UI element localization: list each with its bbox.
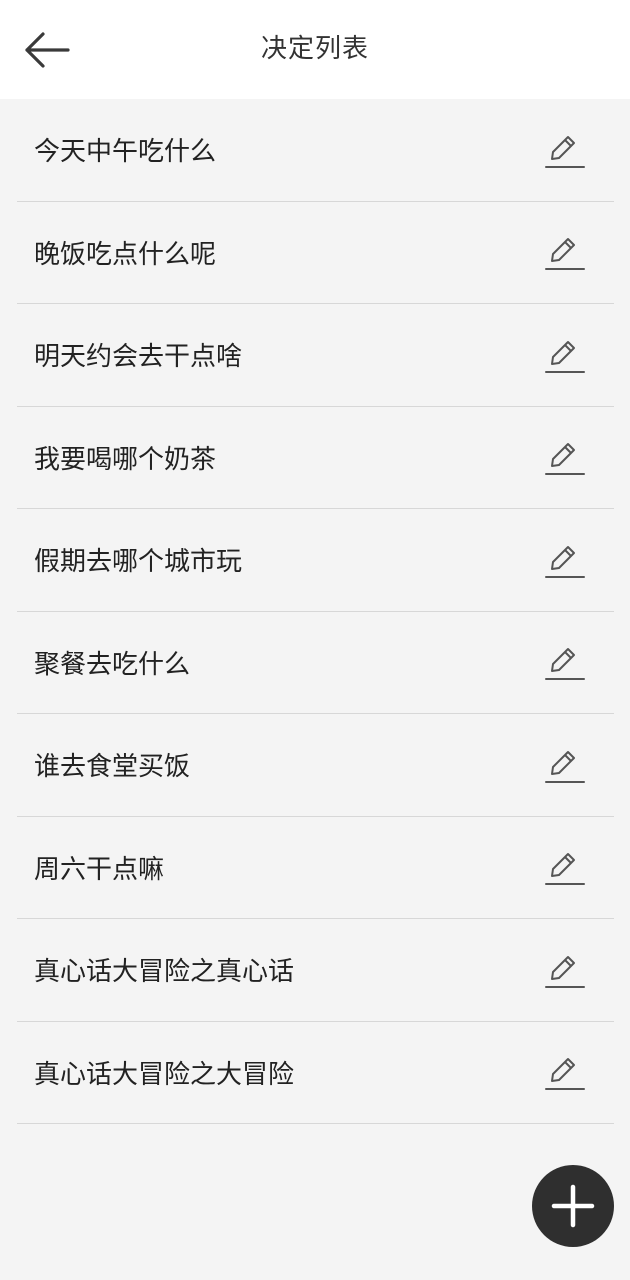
edit-button[interactable]: [544, 334, 586, 376]
list-item-label: 谁去食堂买饭: [34, 752, 191, 783]
pencil-edit-icon: [545, 1058, 585, 1091]
edit-button[interactable]: [544, 539, 586, 581]
edit-button[interactable]: [544, 1051, 586, 1093]
edit-button[interactable]: [544, 846, 586, 888]
list-item-label: 假期去哪个城市玩: [34, 547, 243, 578]
pencil-edit-icon: [545, 955, 585, 988]
pencil-edit-icon: [545, 648, 585, 681]
pencil-edit-icon: [545, 135, 585, 168]
list-item[interactable]: 我要喝哪个奶茶: [17, 407, 614, 509]
pencil-edit-icon: [545, 545, 585, 578]
edit-button[interactable]: [544, 744, 586, 786]
edit-button[interactable]: [544, 641, 586, 683]
list-item[interactable]: 真心话大冒险之大冒险: [17, 1022, 614, 1124]
pencil-edit-icon: [545, 853, 585, 886]
edit-button[interactable]: [544, 949, 586, 991]
pencil-edit-icon: [545, 750, 585, 783]
list-item-label: 晚饭吃点什么呢: [34, 239, 217, 270]
list-item-label: 真心话大冒险之真心话: [34, 957, 295, 988]
pencil-edit-icon: [545, 340, 585, 373]
page-title: 决定列表: [260, 34, 369, 64]
list-item[interactable]: 谁去食堂买饭: [17, 714, 614, 817]
list-item-label: 我要喝哪个奶茶: [34, 444, 217, 475]
list-item-label: 聚餐去吃什么: [34, 649, 191, 680]
list-item[interactable]: 今天中午吃什么: [17, 99, 614, 202]
pencil-edit-icon: [545, 238, 585, 271]
plus-icon: [551, 1184, 595, 1228]
list-item[interactable]: 周六干点嘛: [17, 817, 614, 919]
edit-button[interactable]: [544, 436, 586, 478]
decision-list: 今天中午吃什么 晚饭吃点什么呢 明天约会去干点啥 我要喝哪个奶茶 假期去哪个城市玩 聚餐去…: [17, 99, 614, 1124]
edit-button[interactable]: [544, 231, 586, 273]
list-item[interactable]: 晚饭吃点什么呢: [17, 202, 614, 304]
list-item[interactable]: 聚餐去吃什么: [17, 612, 614, 714]
pencil-edit-icon: [545, 443, 585, 476]
list-item-label: 真心话大冒险之大冒险: [34, 1059, 295, 1090]
list-item-label: 明天约会去干点啥: [34, 342, 243, 373]
list-item-label: 今天中午吃什么: [34, 137, 217, 168]
list-item[interactable]: 假期去哪个城市玩: [17, 509, 614, 612]
app-header: 决定列表: [0, 0, 630, 99]
edit-button[interactable]: [544, 129, 586, 171]
list-item[interactable]: 真心话大冒险之真心话: [17, 919, 614, 1022]
list-item-label: 周六干点嘛: [34, 854, 165, 885]
add-decision-button[interactable]: [532, 1165, 614, 1247]
list-item[interactable]: 明天约会去干点啥: [17, 304, 614, 407]
